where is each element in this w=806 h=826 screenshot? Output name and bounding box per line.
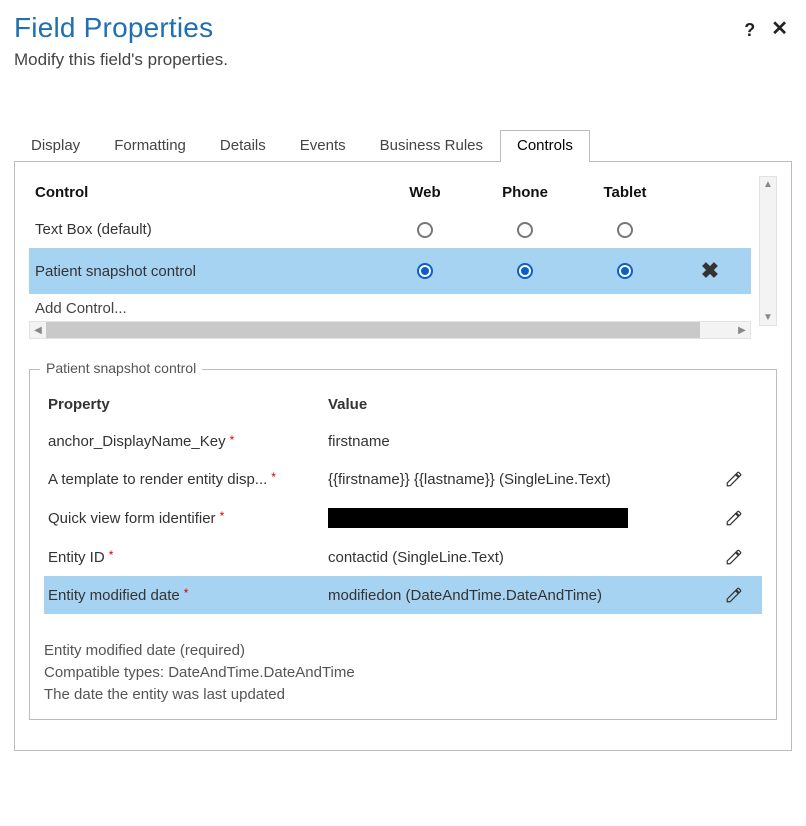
vertical-scrollbar[interactable]: ▲ ▼	[759, 176, 777, 326]
radio-phone[interactable]	[517, 263, 533, 279]
scroll-up-icon[interactable]: ▲	[763, 177, 773, 192]
property-value: modifiedon (DateAndTime.DateAndTime)	[328, 587, 710, 604]
col-property: Property	[48, 396, 328, 413]
property-label: Quick view form identifier	[48, 510, 216, 527]
hscroll-thumb[interactable]	[46, 322, 700, 338]
tab-details[interactable]: Details	[203, 130, 283, 161]
property-row[interactable]: Quick view form identifier *	[44, 498, 762, 538]
tab-display[interactable]: Display	[14, 130, 97, 161]
required-icon: *	[184, 587, 189, 599]
property-value: contactid (SingleLine.Text)	[328, 549, 710, 566]
radio-tablet[interactable]	[617, 222, 633, 238]
properties-fieldset: Patient snapshot control Property Value …	[29, 369, 777, 720]
dialog-subtitle: Modify this field's properties.	[14, 50, 792, 70]
property-value: {{firstname}} {{lastname}} (SingleLine.T…	[328, 471, 710, 488]
radio-web[interactable]	[417, 222, 433, 238]
tab-formatting[interactable]: Formatting	[97, 130, 203, 161]
help-line-2: Compatible types: DateAndTime.DateAndTim…	[44, 662, 762, 684]
radio-phone[interactable]	[517, 222, 533, 238]
col-phone: Phone	[475, 184, 575, 201]
col-tablet: Tablet	[575, 184, 675, 201]
property-value: firstname	[328, 433, 710, 450]
controls-panel: Control Web Phone Tablet Text Box (defau…	[14, 162, 792, 751]
tab-business-rules[interactable]: Business Rules	[363, 130, 500, 161]
help-line-3: The date the entity was last updated	[44, 684, 762, 706]
scroll-down-icon[interactable]: ▼	[763, 310, 773, 325]
property-label: Entity modified date	[48, 587, 180, 604]
required-icon: *	[230, 434, 235, 446]
scroll-left-icon[interactable]: ◀	[30, 325, 46, 336]
required-icon: *	[271, 471, 276, 483]
property-row[interactable]: Entity modified date * modifiedon (DateAnd…	[44, 576, 762, 614]
control-row[interactable]: Patient snapshot control ✖	[29, 248, 751, 294]
control-name: Patient snapshot control	[35, 263, 375, 280]
col-control: Control	[35, 184, 375, 201]
fieldset-legend: Patient snapshot control	[40, 360, 202, 376]
edit-icon[interactable]	[725, 509, 743, 527]
tab-events[interactable]: Events	[283, 130, 363, 161]
control-name: Text Box (default)	[35, 221, 375, 238]
property-row[interactable]: Entity ID * contactid (SingleLine.Text)	[44, 538, 762, 576]
control-row[interactable]: Text Box (default)	[29, 211, 751, 248]
help-icon[interactable]: ?	[744, 20, 755, 41]
required-icon: *	[109, 549, 114, 561]
col-web: Web	[375, 184, 475, 201]
radio-tablet[interactable]	[617, 263, 633, 279]
property-label: anchor_DisplayName_Key	[48, 433, 226, 450]
radio-web[interactable]	[417, 263, 433, 279]
required-icon: *	[220, 510, 225, 522]
tabstrip: DisplayFormattingDetailsEventsBusiness R…	[14, 130, 792, 162]
property-row[interactable]: A template to render entity disp... * {{fi…	[44, 460, 762, 498]
horizontal-scrollbar[interactable]: ◀ ▶	[29, 321, 751, 339]
remove-control-icon[interactable]: ✖	[701, 258, 719, 284]
property-label: A template to render entity disp...	[48, 471, 267, 488]
edit-icon[interactable]	[725, 586, 743, 604]
property-value	[328, 508, 628, 528]
property-label: Entity ID	[48, 549, 105, 566]
help-line-1: Entity modified date (required)	[44, 640, 762, 662]
dialog-title: Field Properties	[14, 12, 213, 44]
tab-controls[interactable]: Controls	[500, 130, 590, 162]
edit-icon[interactable]	[725, 548, 743, 566]
scroll-right-icon[interactable]: ▶	[734, 325, 750, 336]
close-icon[interactable]: ✕	[771, 20, 788, 41]
property-row[interactable]: anchor_DisplayName_Key * firstname	[44, 423, 762, 460]
col-value: Value	[328, 396, 710, 413]
add-control-link[interactable]: Add Control...	[29, 294, 751, 317]
edit-icon[interactable]	[725, 470, 743, 488]
